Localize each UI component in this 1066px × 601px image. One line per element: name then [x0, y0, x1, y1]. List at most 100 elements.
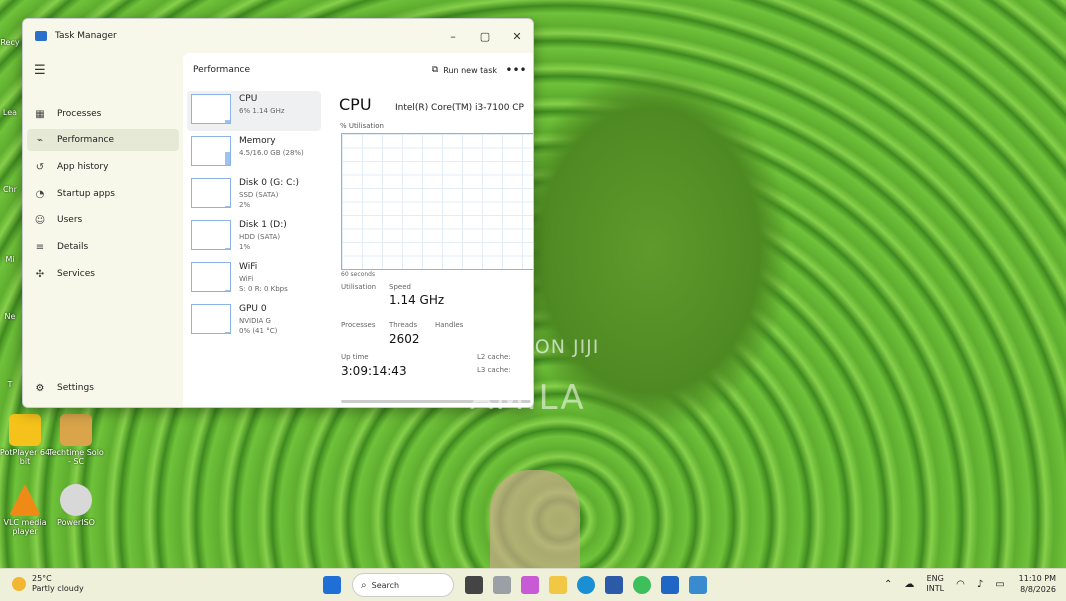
sidebar-item-details[interactable]: ≡ Details: [27, 236, 179, 258]
sidebar-item-label: Processes: [57, 109, 102, 119]
close-button[interactable]: ✕: [501, 30, 533, 43]
search-icon: ⌕: [361, 579, 367, 591]
hamburger-menu-icon[interactable]: ☰: [34, 63, 46, 78]
edge-browser-icon[interactable]: [577, 576, 595, 594]
task-manager-taskbar-icon[interactable]: [689, 576, 707, 594]
time-axis-label: 60 seconds: [341, 271, 376, 278]
file-explorer-icon[interactable]: [549, 576, 567, 594]
maximize-button[interactable]: ▢: [469, 30, 501, 43]
whatsapp-icon[interactable]: [633, 576, 651, 594]
sidebar-item-app-history[interactable]: ↺ App history: [27, 156, 179, 178]
speedometer-icon: ◔: [35, 188, 45, 200]
partly-cloudy-icon: [12, 577, 26, 591]
device-name: GPU 0: [239, 304, 267, 314]
title-bar[interactable]: Task Manager – ▢ ✕: [23, 19, 533, 53]
stat-label-speed: Speed: [389, 283, 411, 291]
run-new-task-button[interactable]: ⧉ Run new task: [426, 62, 503, 78]
device-subtext: WiFi: [239, 275, 254, 283]
sidebar-item-label: Performance: [57, 135, 115, 145]
outlook-icon[interactable]: [661, 576, 679, 594]
cpu-utilisation-graph: [341, 133, 533, 270]
sidebar-item-label: Startup apps: [57, 189, 115, 199]
keyboard-layout: INTL: [926, 584, 945, 593]
clock-time: 11:10 PM: [1018, 574, 1056, 583]
sidebar: ☰ ▦ Processes ⌁ Performance ↺ App histor…: [23, 53, 183, 407]
wifi-icon[interactable]: ◠: [956, 579, 965, 590]
more-options-button[interactable]: •••: [503, 63, 529, 77]
language-code: ENG: [926, 574, 944, 583]
stat-label-processes: Processes: [341, 321, 376, 329]
device-name: Disk 0 (G: C:): [239, 178, 299, 188]
device-subtext: 4.5/16.0 GB (28%): [239, 149, 304, 157]
device-item-disk-0[interactable]: Disk 0 (G: C:) SSD (SATA) 2%: [187, 175, 321, 215]
usage-spark: [225, 206, 230, 207]
device-name: WiFi: [239, 262, 258, 272]
device-item-cpu[interactable]: CPU 6% 1.14 GHz: [187, 91, 321, 131]
weather-description: Partly cloudy: [32, 584, 84, 593]
cpu-model: Intel(R) Core(TM) i3-7100 CP: [395, 103, 524, 113]
device-subtext: SSD (SATA): [239, 191, 279, 199]
device-item-disk-1[interactable]: Disk 1 (D:) HDD (SATA) 1%: [187, 217, 321, 257]
history-icon: ↺: [35, 161, 45, 173]
sidebar-item-label: Details: [57, 242, 89, 252]
sidebar-item-processes[interactable]: ▦ Processes: [27, 103, 179, 125]
device-thumbnail-graph: [191, 220, 231, 250]
desktop-icon-label: Techtime Solo - SC: [48, 448, 104, 466]
device-usage: S: 0 R: 0 Kbps: [239, 285, 288, 293]
device-thumbnail-graph: [191, 178, 231, 208]
sidebar-item-users[interactable]: ☺ Users: [27, 209, 179, 231]
language-indicator[interactable]: ENG INTL: [926, 574, 944, 594]
usage-spark: [225, 332, 230, 333]
sidebar-item-performance[interactable]: ⌁ Performance: [27, 129, 179, 151]
wallpaper-tree-trunk: [490, 470, 580, 568]
device-item-memory[interactable]: Memory 4.5/16.0 GB (28%): [187, 133, 321, 173]
device-thumbnail-graph: [191, 304, 231, 334]
folder-icon: [60, 414, 92, 446]
desktop-icon-poweriso[interactable]: PowerISO: [46, 484, 106, 527]
device-usage: 1%: [239, 243, 251, 251]
volume-icon[interactable]: ♪: [977, 579, 983, 590]
sidebar-item-services[interactable]: ✣ Services: [27, 263, 179, 285]
users-icon: ☺: [34, 214, 46, 226]
desktop-icon-label: Ne: [4, 312, 16, 321]
device-item-wifi[interactable]: WiFi WiFi S: 0 R: 0 Kbps: [187, 259, 321, 299]
desktop-icon-label: Lea: [2, 108, 18, 117]
stat-value-speed: 1.14 GHz: [389, 293, 445, 307]
sidebar-item-settings[interactable]: ⚙ Settings: [27, 377, 179, 399]
battery-icon[interactable]: ▭: [995, 579, 1004, 590]
desktop-icon-label: PotPlayer 64 bit: [0, 448, 51, 466]
calculator-icon[interactable]: [493, 576, 511, 594]
run-task-icon: ⧉: [431, 65, 439, 75]
device-thumbnail-graph: [191, 262, 231, 292]
usage-spark: [225, 120, 230, 123]
sidebar-item-label: Users: [57, 215, 83, 225]
taskbar-apps: ⌕ Search: [318, 573, 712, 597]
task-view-icon[interactable]: [465, 576, 483, 594]
sidebar-item-label: App history: [57, 162, 109, 172]
device-usage: 0% (41 °C): [239, 327, 278, 335]
device-name: Disk 1 (D:): [239, 220, 287, 230]
desktop-icon-label: Recy: [0, 38, 20, 47]
cloud-icon[interactable]: ☁: [904, 579, 914, 590]
cpu-detail: CPU Intel(R) Core(TM) i3-7100 CP % Utili…: [335, 91, 533, 407]
search-box[interactable]: ⌕ Search: [352, 573, 454, 597]
stat-label-utilisation: Utilisation: [341, 283, 377, 291]
stat-label-l3-cache: L3 cache:: [477, 366, 511, 374]
start-windows-icon[interactable]: [323, 576, 341, 594]
puzzle-icon: ✣: [35, 268, 45, 280]
minimize-button[interactable]: –: [437, 30, 469, 43]
clock-date: 8/8/2026: [1020, 585, 1056, 594]
sidebar-item-startup-apps[interactable]: ◔ Startup apps: [27, 183, 179, 205]
chevron-up-icon[interactable]: ⌃: [884, 579, 892, 590]
weather-widget[interactable]: 25°C Partly cloudy: [12, 574, 84, 594]
detail-title: CPU: [339, 95, 372, 114]
disc-icon: [60, 484, 92, 516]
device-item-gpu-0[interactable]: GPU 0 NVIDIA G 0% (41 °C): [187, 301, 321, 341]
copilot-icon[interactable]: [521, 576, 539, 594]
desktop-icon-label: Mi: [5, 255, 15, 264]
store-icon[interactable]: [605, 576, 623, 594]
desktop-icon-techtime[interactable]: Techtime Solo - SC: [46, 414, 106, 466]
sidebar-item-label: Services: [57, 269, 95, 279]
pulse-icon: ⌁: [36, 134, 44, 146]
clock[interactable]: 11:10 PM 8/8/2026: [1019, 573, 1056, 595]
